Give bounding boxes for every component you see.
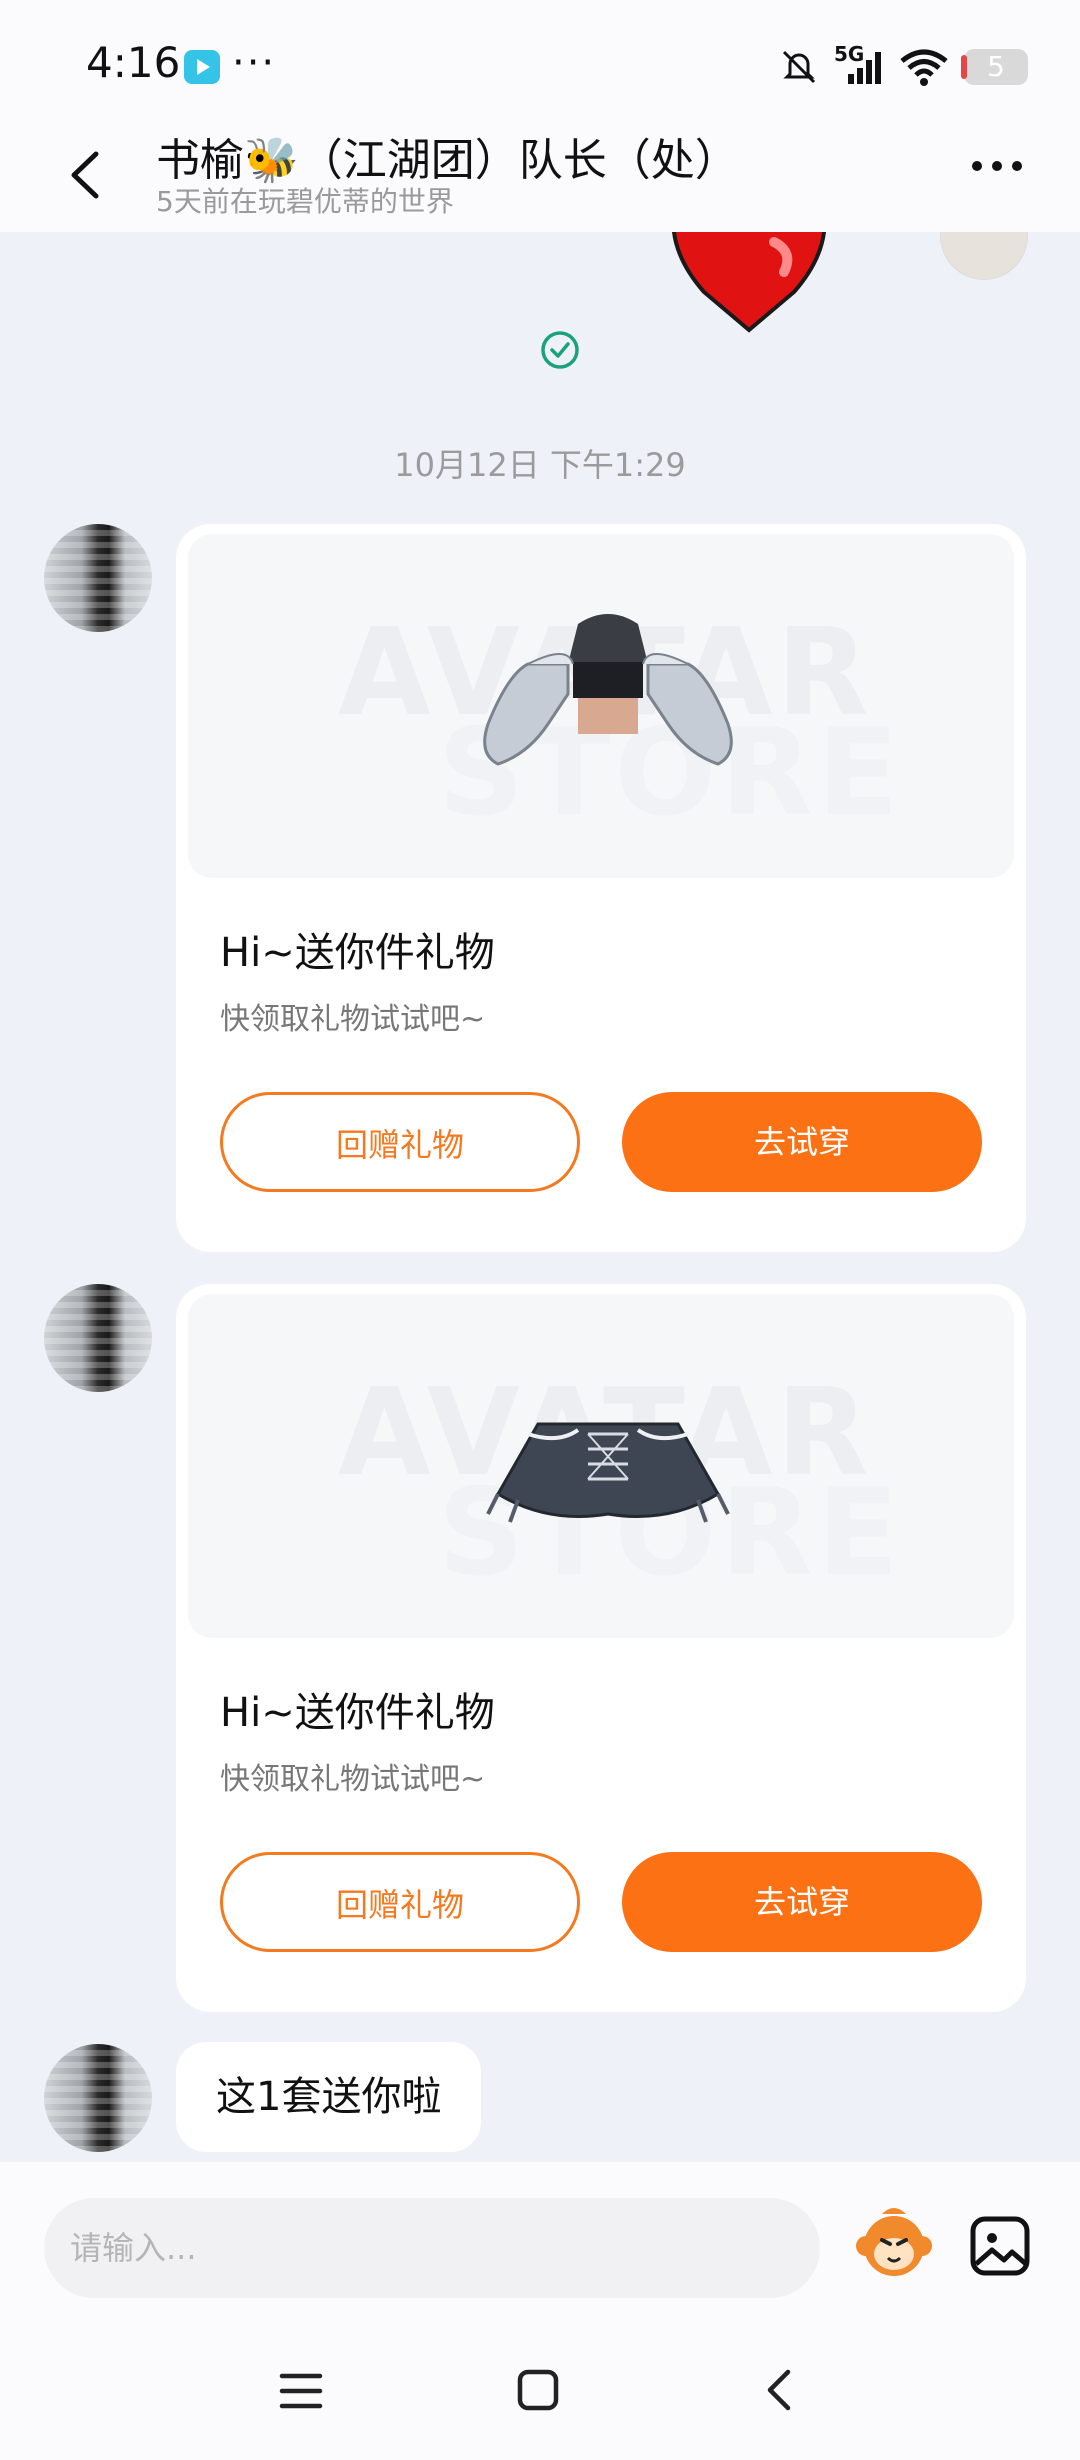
heart-sticker-icon (672, 232, 826, 333)
video-app-notification-icon (184, 50, 220, 84)
gift-preview-image[interactable]: AVATAR STORE (188, 534, 1014, 878)
gift-card[interactable]: AVATAR STORE Hi~送你件礼物 快领取礼物试试吧~ 回赠礼物 去试穿 (176, 524, 1026, 1252)
sender-avatar[interactable] (44, 2044, 152, 2152)
sent-check-icon (541, 331, 579, 369)
contact-name[interactable]: 书榆🐝（江湖团）队长（处） (156, 124, 739, 188)
sender-avatar[interactable] (44, 1284, 152, 1392)
image-picker-icon[interactable] (968, 2214, 1032, 2278)
status-icons: 5G 5 (778, 42, 1028, 92)
status-bar: 4:16 ··· 5G 5 (0, 0, 1080, 120)
return-gift-button[interactable]: 回赠礼物 (220, 1092, 580, 1192)
contact-activity-status: 5天前在玩碧优蒂的世界 (156, 185, 454, 218)
message-input-bar: 请输入... (0, 2162, 1080, 2322)
message-timestamp: 10月12日 下午1:29 (394, 446, 686, 484)
gift-card[interactable]: AVATAR STORE Hi~送你件礼物 快领取礼物试试吧~ 回赠礼物 去试穿 (176, 1284, 1026, 2012)
sender-avatar[interactable] (44, 524, 152, 632)
text-message-bubble[interactable]: 这1套送你啦 (176, 2042, 482, 2152)
system-navigation-bar (0, 2322, 1080, 2460)
battery-indicator: 5 (961, 49, 1028, 85)
jacket-item-icon (483, 614, 733, 766)
gift-card-subtitle: 快领取礼物试试吧~ (220, 1762, 486, 1797)
skirt-item-icon (486, 1422, 730, 1523)
try-on-button[interactable]: 去试穿 (622, 1852, 982, 1952)
message-input[interactable]: 请输入... (44, 2198, 820, 2298)
gift-card-title: Hi~送你件礼物 (220, 930, 495, 976)
message-list[interactable]: 10月12日 下午1:29 AVATAR STORE Hi~送你件礼物 快领取礼… (0, 232, 1080, 2162)
network-signal-icon: 5G (834, 42, 884, 88)
clock: 4:16 (86, 38, 181, 87)
mute-icon (782, 50, 816, 84)
more-notifications-indicator: ··· (232, 40, 277, 86)
return-gift-button[interactable]: 回赠礼物 (220, 1852, 580, 1952)
my-avatar[interactable] (940, 232, 1028, 280)
menu-icon[interactable] (278, 2368, 324, 2414)
back-nav-icon[interactable] (760, 2366, 800, 2414)
monkey-emoji-icon[interactable] (852, 2200, 936, 2284)
gift-preview-image[interactable]: AVATAR STORE (188, 1294, 1014, 1638)
gift-card-title: Hi~送你件礼物 (220, 1690, 495, 1736)
try-on-button[interactable]: 去试穿 (622, 1092, 982, 1192)
home-icon[interactable] (516, 2368, 560, 2412)
gift-card-subtitle: 快领取礼物试试吧~ (220, 1002, 486, 1037)
more-options-icon[interactable] (972, 156, 1032, 196)
chat-header: 书榆🐝（江湖团）队长（处） 5天前在玩碧优蒂的世界 (0, 120, 1080, 232)
wifi-icon (900, 49, 948, 86)
back-arrow-icon[interactable] (56, 140, 116, 210)
